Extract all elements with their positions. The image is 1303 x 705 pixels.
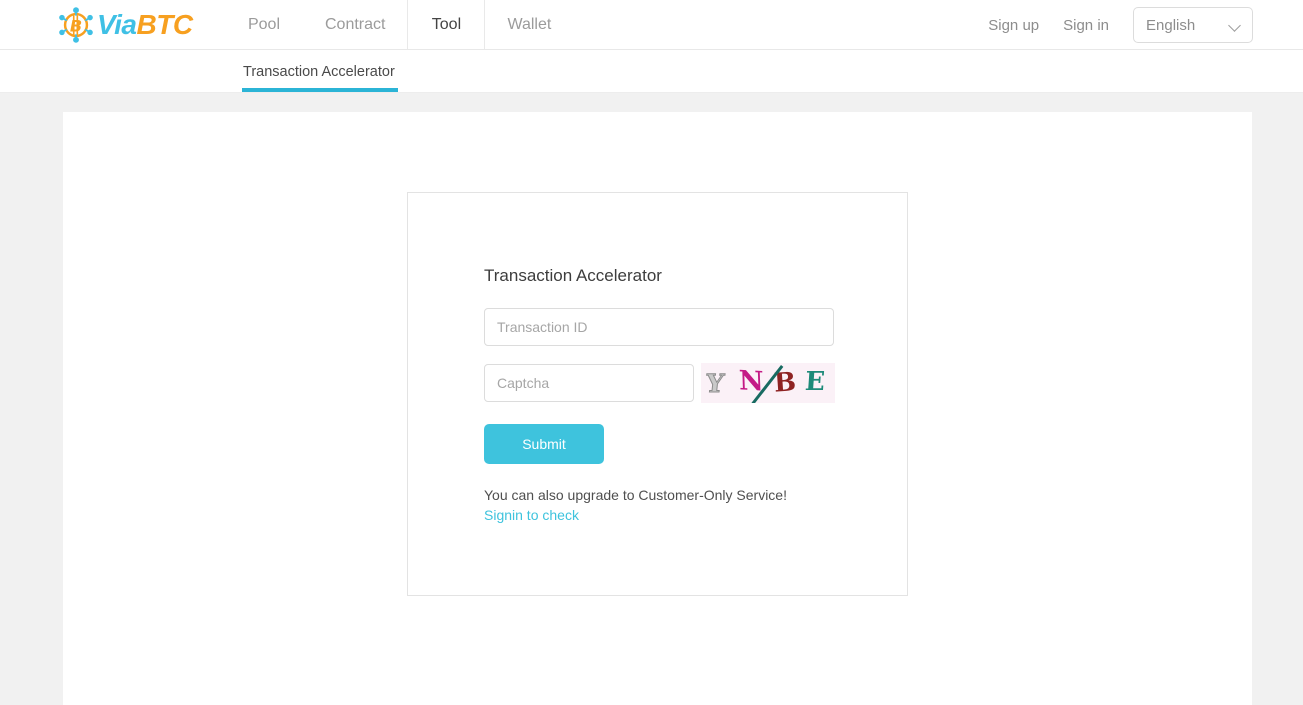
- svg-text:B: B: [70, 17, 82, 36]
- nav-item-contract[interactable]: Contract: [303, 0, 407, 49]
- captcha-row: Y N B E: [484, 363, 836, 403]
- submit-button[interactable]: Submit: [484, 424, 604, 464]
- tab-transaction-accelerator[interactable]: Transaction Accelerator: [242, 50, 396, 93]
- brand-text-btc: BTC: [136, 9, 194, 40]
- bitcoin-node-icon: B: [57, 6, 95, 44]
- sign-up-link[interactable]: Sign up: [988, 17, 1039, 34]
- captcha-char-1: Y: [704, 369, 726, 399]
- captcha-char-4: E: [803, 367, 826, 397]
- language-selector[interactable]: English: [1133, 7, 1253, 43]
- top-header: B ViaBTC Pool Contract Tool Wallet Sign …: [0, 0, 1303, 50]
- brand-text-via: Via: [97, 9, 137, 40]
- chevron-down-icon: [1228, 19, 1241, 32]
- content-panel: Transaction Accelerator Y N B E Submit Y…: [63, 112, 1252, 705]
- accelerator-card: Transaction Accelerator Y N B E Submit Y…: [407, 192, 908, 596]
- brand-logo[interactable]: B ViaBTC: [57, 3, 193, 47]
- main-navigation: Pool Contract Tool Wallet: [225, 0, 573, 50]
- sub-navigation: Transaction Accelerator: [0, 50, 1303, 93]
- active-tab-indicator: [242, 88, 398, 92]
- transaction-id-input[interactable]: [484, 308, 834, 346]
- captcha-input[interactable]: [484, 364, 694, 402]
- page-body: Transaction Accelerator Y N B E Submit Y…: [0, 93, 1303, 705]
- language-selected-label: English: [1146, 16, 1196, 34]
- sign-in-link[interactable]: Sign in: [1063, 17, 1109, 34]
- upgrade-note: You can also upgrade to Customer-Only Se…: [484, 487, 787, 503]
- nav-item-wallet[interactable]: Wallet: [485, 0, 573, 49]
- nav-item-tool[interactable]: Tool: [407, 0, 486, 49]
- captcha-image[interactable]: Y N B E: [701, 363, 835, 403]
- nav-item-pool[interactable]: Pool: [225, 0, 303, 49]
- card-title: Transaction Accelerator: [484, 266, 662, 285]
- signin-to-check-link[interactable]: Signin to check: [484, 505, 836, 525]
- header-right-actions: Sign up Sign in English: [988, 0, 1253, 50]
